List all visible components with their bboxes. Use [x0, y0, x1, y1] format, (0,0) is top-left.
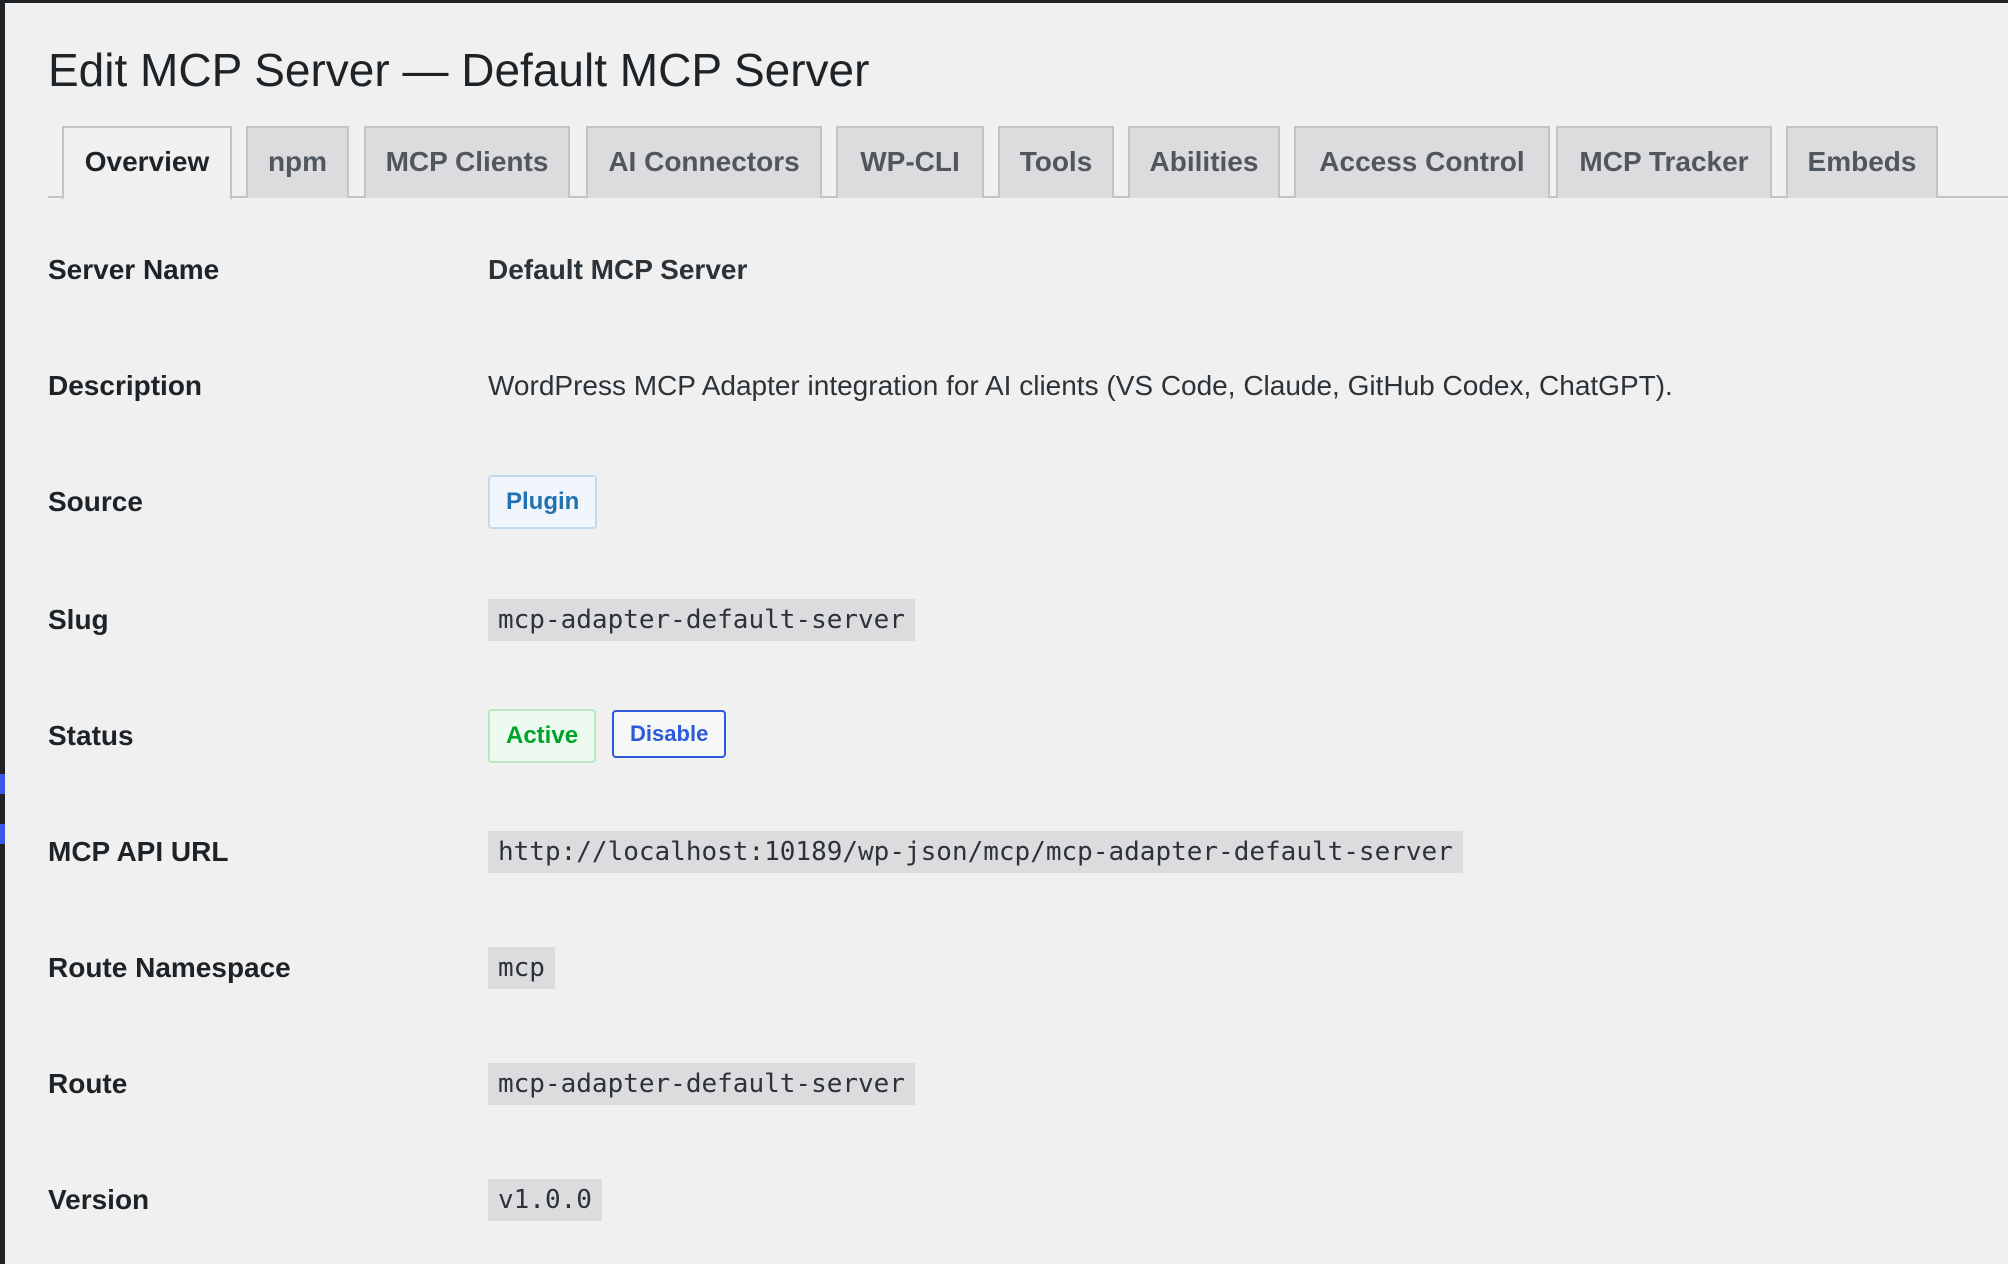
- route-namespace-value: mcp: [488, 947, 555, 989]
- version-value-cell: v1.0.0: [488, 1170, 602, 1230]
- route-value: mcp-adapter-default-server: [488, 1063, 915, 1105]
- version-label: Version: [48, 1184, 150, 1215]
- admin-sidebar-edge: [0, 0, 5, 1264]
- slug-label: Slug: [48, 604, 109, 635]
- route-value-cell: mcp-adapter-default-server: [488, 1054, 915, 1114]
- row-status: Status Active Disable: [48, 706, 2008, 766]
- tab-tools[interactable]: Tools: [998, 126, 1114, 198]
- source-badge: Plugin: [488, 475, 598, 529]
- description-label: Description: [48, 370, 203, 401]
- route-namespace-label: Route Namespace: [48, 952, 291, 983]
- tab-abilities[interactable]: Abilities: [1128, 126, 1280, 198]
- route-namespace-value-cell: mcp: [488, 938, 555, 998]
- version-value: v1.0.0: [488, 1179, 602, 1221]
- server-name-label: Server Name: [48, 254, 220, 285]
- tab-npm[interactable]: npm: [246, 126, 349, 198]
- api-url-label: MCP API URL: [48, 836, 229, 867]
- tab-ai-connectors[interactable]: AI Connectors: [586, 126, 822, 198]
- row-route-namespace: Route Namespace mcp: [48, 938, 2008, 998]
- page-wrap: Edit MCP Server — Default MCP Server Ove…: [48, 0, 2008, 1264]
- status-value-cell: Active Disable: [488, 706, 727, 766]
- page-title: Edit MCP Server — Default MCP Server: [48, 44, 870, 96]
- tab-wp-cli[interactable]: WP-CLI: [836, 126, 984, 198]
- row-slug: Slug mcp-adapter-default-server: [48, 590, 2008, 650]
- slug-value: mcp-adapter-default-server: [488, 599, 915, 641]
- server-name-value: Default MCP Server: [488, 254, 748, 285]
- sidebar-active-indicator-lower: [0, 824, 5, 844]
- disable-button[interactable]: Disable: [612, 710, 727, 758]
- status-badge: Active: [488, 709, 597, 763]
- route-label: Route: [48, 1068, 128, 1099]
- tab-bar: Overview npm MCP Clients AI Connectors W…: [48, 126, 2008, 200]
- row-server-name: Server Name Default MCP Server: [48, 240, 2008, 300]
- source-value-cell: Plugin: [488, 472, 598, 532]
- tab-embeds[interactable]: Embeds: [1786, 126, 1938, 198]
- source-label: Source: [48, 486, 143, 517]
- description-value-cell: WordPress MCP Adapter integration for AI…: [488, 356, 1673, 416]
- tab-mcp-clients[interactable]: MCP Clients: [364, 126, 570, 198]
- description-value: WordPress MCP Adapter integration for AI…: [488, 370, 1673, 401]
- row-route: Route mcp-adapter-default-server: [48, 1054, 2008, 1114]
- row-source: Source Plugin: [48, 472, 2008, 532]
- row-description: Description WordPress MCP Adapter integr…: [48, 356, 2008, 416]
- api-url-value[interactable]: http://localhost:10189/wp-json/mcp/mcp-a…: [488, 831, 1463, 873]
- api-url-value-cell: http://localhost:10189/wp-json/mcp/mcp-a…: [488, 822, 1463, 882]
- row-api-url: MCP API URL http://localhost:10189/wp-js…: [48, 822, 2008, 882]
- status-label: Status: [48, 720, 134, 751]
- sidebar-active-indicator: [0, 774, 5, 794]
- server-name-value-cell: Default MCP Server: [488, 240, 747, 300]
- slug-value-cell: mcp-adapter-default-server: [488, 590, 915, 650]
- tab-mcp-tracker[interactable]: MCP Tracker: [1556, 126, 1772, 198]
- tab-access-control[interactable]: Access Control: [1294, 126, 1550, 198]
- tab-overview[interactable]: Overview: [62, 126, 232, 200]
- row-version: Version v1.0.0: [48, 1170, 2008, 1230]
